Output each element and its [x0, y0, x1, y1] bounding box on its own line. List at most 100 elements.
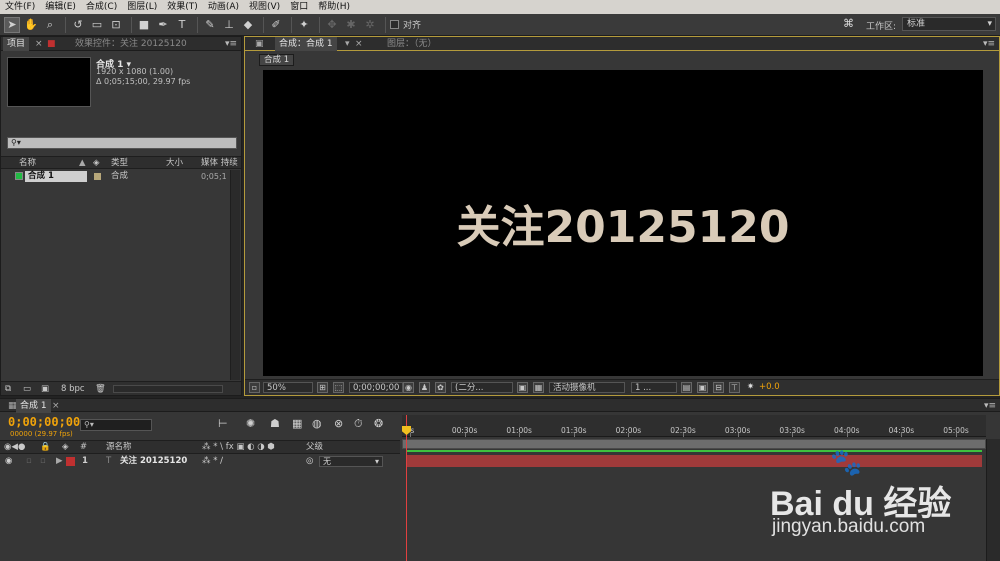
- zoom-select[interactable]: 50%: [263, 382, 313, 393]
- menu-view[interactable]: 视图(V): [244, 0, 285, 14]
- tab-effect-controls[interactable]: 效果控件：关注 20125120: [71, 37, 191, 51]
- puppet-pin-tool-icon[interactable]: ✦: [296, 17, 312, 33]
- list-item[interactable]: 合成 1 合成 0;05;1: [1, 170, 229, 183]
- project-search-input[interactable]: ⚲▾: [7, 137, 237, 149]
- workspace-select[interactable]: 标准: [902, 17, 996, 31]
- column-name[interactable]: 名称: [19, 157, 36, 169]
- bit-depth-button[interactable]: 8 bpc: [61, 383, 85, 395]
- av-features-icon[interactable]: ◉◀●: [4, 441, 25, 454]
- menu-composition[interactable]: 合成(C): [81, 0, 122, 14]
- pan-behind-tool-icon[interactable]: ⊡: [108, 17, 124, 33]
- eraser-tool-icon[interactable]: ◆: [240, 17, 256, 33]
- parent-select[interactable]: 无: [319, 456, 383, 467]
- timeline-icon[interactable]: ⊟: [713, 382, 724, 393]
- table-row[interactable]: ◉ ▫ ▫ ▶ 1 T 关注 20125120 ⁂ * ∕ ◎ 无: [0, 455, 400, 469]
- views-select[interactable]: 1 ...: [631, 382, 677, 393]
- snapshot-icon[interactable]: ◉: [403, 382, 414, 393]
- new-folder-icon[interactable]: ▭: [23, 384, 31, 395]
- menu-window[interactable]: 窗口: [285, 0, 313, 14]
- menu-file[interactable]: 文件(F): [0, 0, 40, 14]
- motion-blur-icon[interactable]: ◍: [312, 417, 322, 430]
- menu-effect[interactable]: 效果(T): [162, 0, 203, 14]
- show-snapshot-icon[interactable]: ♟: [419, 382, 430, 393]
- lock-toggle[interactable]: ▫: [40, 455, 46, 468]
- menu-animation[interactable]: 动画(A): [203, 0, 244, 14]
- brush-tool-icon[interactable]: ✎: [202, 17, 218, 33]
- layer-name[interactable]: 关注 20125120: [120, 455, 187, 468]
- current-time-indicator[interactable]: [406, 415, 407, 561]
- hand-tool-icon[interactable]: ✋: [23, 17, 39, 33]
- selection-tool-icon[interactable]: ➤: [4, 16, 20, 33]
- camera-tool-icon[interactable]: ▭: [89, 17, 105, 33]
- align-checkbox[interactable]: [390, 20, 399, 29]
- tab-composition[interactable]: 合成：合成 1: [275, 37, 337, 51]
- type-tool-icon[interactable]: T: [174, 17, 190, 33]
- column-type[interactable]: 类型: [111, 157, 128, 169]
- clone-stamp-tool-icon[interactable]: ⊥: [221, 17, 237, 33]
- layer-label-color[interactable]: [66, 457, 75, 466]
- exposure-icon[interactable]: ✷: [747, 382, 754, 393]
- mask-visibility-icon[interactable]: ⬚: [333, 382, 344, 393]
- tab-project[interactable]: 项目: [3, 37, 30, 51]
- time-ruler[interactable]: 0s00:30s01:00s01:30s02:00s02:30s03:00s03…: [402, 415, 986, 437]
- visibility-eye-icon[interactable]: ◉: [5, 455, 12, 468]
- audio-toggle[interactable]: ▫: [26, 455, 32, 468]
- trash-icon[interactable]: 🗑: [95, 384, 106, 395]
- expand-arrow-icon[interactable]: ▶: [56, 455, 63, 468]
- region-of-interest-icon[interactable]: ▣: [517, 382, 528, 393]
- column-size[interactable]: 大小: [166, 157, 183, 169]
- interpret-footage-icon[interactable]: ⧉: [5, 384, 11, 395]
- current-time-display[interactable]: 0;00;00;00: [8, 415, 80, 429]
- safe-zones-icon[interactable]: ⊞: [317, 382, 328, 393]
- roto-brush-tool-icon[interactable]: ✐: [268, 17, 284, 33]
- column-media-duration[interactable]: 媒体 持续: [201, 157, 238, 169]
- pick-whip-icon[interactable]: ◎: [306, 455, 313, 468]
- menu-help[interactable]: 帮助(H): [313, 0, 355, 14]
- panel-menu-icon[interactable]: ▾≡: [225, 37, 237, 51]
- pen-tool-icon[interactable]: ✒: [155, 17, 171, 33]
- close-icon[interactable]: ×: [48, 399, 64, 413]
- zoom-tool-icon[interactable]: ⌕: [42, 17, 58, 33]
- column-source-name[interactable]: 源名称: [106, 441, 132, 454]
- close-icon[interactable]: ×: [351, 37, 367, 51]
- comp-mini-flowchart-icon[interactable]: ⊢: [218, 417, 228, 430]
- toggle-pixel-aspect-icon[interactable]: ▤: [681, 382, 692, 393]
- brainstorm-icon[interactable]: ❂: [374, 417, 383, 430]
- panel-menu-icon[interactable]: ▾≡: [984, 399, 996, 413]
- comp-flowchart-tab[interactable]: 合成 1: [259, 54, 295, 66]
- lock-column-icon[interactable]: 🔒: [40, 441, 51, 454]
- tab-layer[interactable]: 图层：（无）: [383, 37, 441, 51]
- rectangle-tool-icon[interactable]: ■: [136, 17, 152, 33]
- project-hscrollbar[interactable]: [113, 385, 223, 393]
- layer-switches[interactable]: ⁂ * ∕: [202, 455, 223, 468]
- graph-editor-icon[interactable]: ⊗: [334, 417, 343, 430]
- fast-previews-icon[interactable]: ▣: [697, 382, 708, 393]
- always-preview-icon[interactable]: ▫: [249, 382, 260, 393]
- channel-icon[interactable]: ✿: [435, 382, 446, 393]
- label-column-icon[interactable]: ◈: [62, 441, 69, 454]
- menu-edit[interactable]: 编辑(E): [40, 0, 81, 14]
- viewer-lock-icon[interactable]: ▣: [251, 37, 268, 51]
- menu-layer[interactable]: 图层(L): [122, 0, 162, 14]
- column-parent[interactable]: 父级: [306, 441, 323, 454]
- new-comp-icon[interactable]: ▣: [41, 384, 49, 395]
- sort-arrow-icon[interactable]: ▲: [79, 157, 86, 169]
- flowchart-icon[interactable]: ⊤: [729, 382, 740, 393]
- timeline-search-input[interactable]: ⚲▾: [80, 419, 152, 431]
- panel-menu-icon[interactable]: ▾≡: [983, 37, 995, 51]
- label-column-icon[interactable]: ◈: [93, 157, 100, 169]
- camera-select[interactable]: 活动摄像机: [549, 382, 625, 393]
- transparency-grid-icon[interactable]: ▦: [533, 382, 544, 393]
- draft-3d-icon[interactable]: ✺: [246, 417, 255, 430]
- resolution-select[interactable]: (二分...: [451, 382, 513, 393]
- exposure-value[interactable]: +0.0: [759, 382, 780, 393]
- tab-timeline-comp[interactable]: 合成 1: [16, 399, 51, 413]
- hide-shy-layers-icon[interactable]: ☗: [270, 417, 280, 430]
- project-scrollbar[interactable]: [230, 170, 240, 380]
- current-time-field[interactable]: 0;00;00;00: [349, 382, 404, 393]
- rotate-tool-icon[interactable]: ↺: [70, 17, 86, 33]
- frame-blending-icon[interactable]: ▦: [292, 417, 302, 430]
- auto-keyframe-icon[interactable]: ⏱: [354, 417, 363, 431]
- composition-canvas[interactable]: 关注20125120: [263, 70, 983, 376]
- label-color-swatch[interactable]: [94, 173, 101, 180]
